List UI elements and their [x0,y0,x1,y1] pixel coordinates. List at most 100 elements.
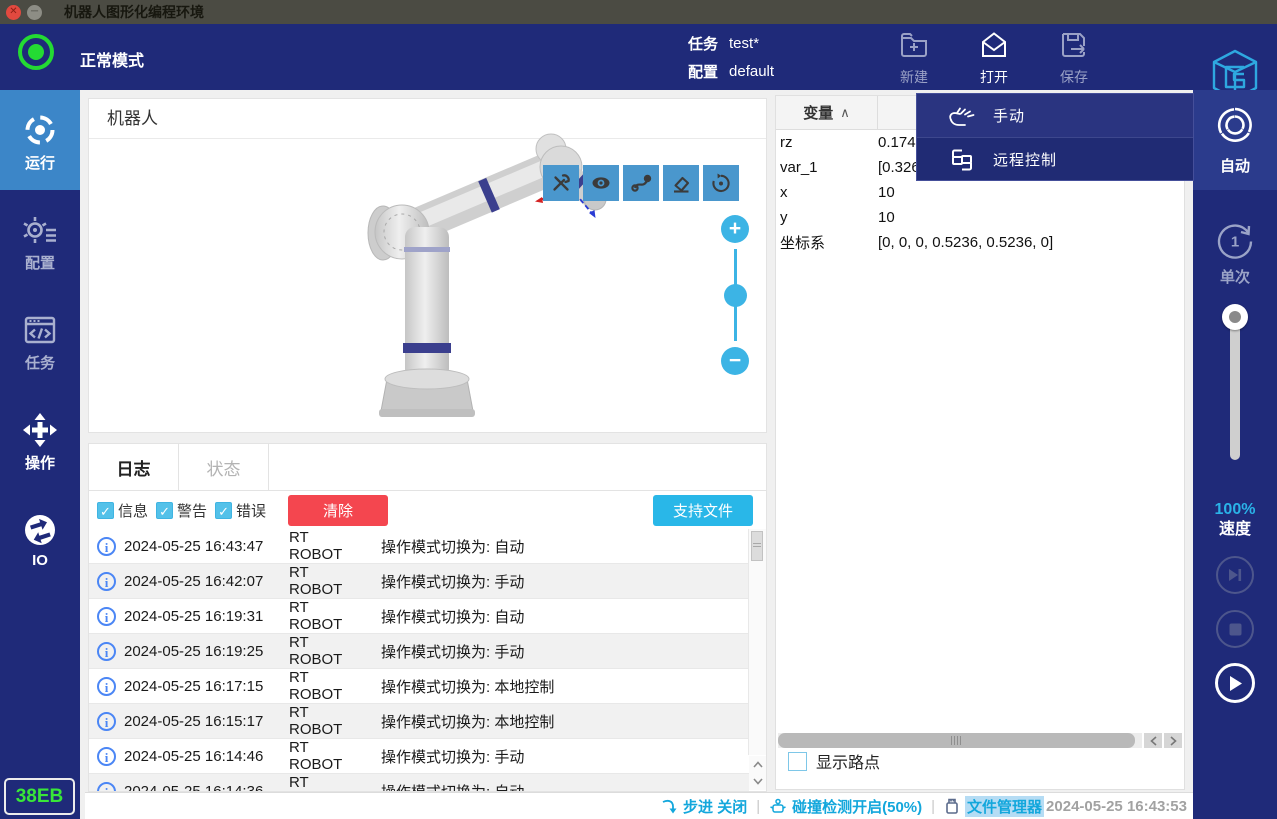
log-message: 操作模式切换为: 自动 [381,536,524,557]
sidebar-item-operate[interactable]: 操作 [0,390,80,490]
eye-icon [590,172,612,194]
step-mode-label: 步进 关闭 [683,796,747,817]
window-minimize-icon[interactable]: ─ [27,5,42,20]
support-files-button[interactable]: 支持文件 [653,495,753,526]
log-message: 操作模式切换为: 手动 [381,571,524,592]
task-value: test* [729,35,759,52]
open-button-label: 打开 [964,67,1024,87]
warning-checkbox[interactable]: ✓ [156,502,173,519]
scroll-up-icon[interactable] [749,756,766,773]
info-icon: i [97,782,116,792]
filter-info[interactable]: ✓ 信息 [97,500,148,521]
variables-h-scrollbar-thumb[interactable] [778,733,1135,748]
visibility-button[interactable] [583,165,619,201]
open-button[interactable]: 打开 [964,30,1024,87]
step-mode-status[interactable]: 步进 关闭 [661,796,747,817]
status-code-badge: 38EB [4,778,75,815]
tools-button[interactable] [543,165,579,201]
collapse-caret-icon[interactable]: ∧ [840,105,850,121]
scroll-right-icon[interactable] [1164,733,1182,748]
log-scrollbar-thumb[interactable] [751,531,763,561]
log-time: 2024-05-25 16:17:15 [124,678,270,695]
sidebar-item-config[interactable]: 配置 [0,190,80,290]
save-button[interactable]: 保存 [1044,30,1104,87]
sidebar-item-io[interactable]: IO [0,490,80,590]
task-label: 任务 [688,33,718,54]
scroll-left-icon[interactable] [1144,733,1162,748]
log-row: i 2024-05-25 16:19:25 RT ROBOT 操作模式切换为: … [89,634,749,669]
view-zoom-control: + − [721,215,749,375]
filter-error[interactable]: ✓ 错误 [215,500,266,521]
zoom-out-button[interactable]: − [721,347,749,375]
variable-row[interactable]: x 10 [776,180,1184,205]
window-title: 机器人图形化编程环境 [64,2,204,22]
info-checkbox[interactable]: ✓ [97,502,114,519]
menu-item-manual[interactable]: 手动 [917,94,1193,137]
clear-log-button[interactable]: 清除 [288,495,388,526]
sidebar-task-label: 任务 [25,355,55,372]
scroll-down-icon[interactable] [749,773,766,790]
show-waypoints-option[interactable]: 显示路点 [788,749,880,773]
variable-name: 坐标系 [776,232,878,253]
zoom-slider-track[interactable] [734,249,737,341]
zoom-in-button[interactable]: + [721,215,749,243]
variable-name: rz [776,134,878,151]
variables-header-cell[interactable]: 变量 ∧ [776,96,878,129]
stop-button[interactable] [1216,610,1254,648]
log-message: 操作模式切换为: 手动 [381,641,524,662]
error-checkbox[interactable]: ✓ [215,502,232,519]
file-manager-item[interactable]: 文件管理器 [944,796,1044,817]
operate-move-icon [22,412,58,448]
tab-status[interactable]: 状态 [179,444,269,490]
log-row: i 2024-05-25 16:43:47 RT ROBOT 操作模式切换为: … [89,529,749,564]
info-icon: i [97,642,116,661]
mode-dropdown-menu: 手动 远程控制 [916,93,1194,181]
menu-manual-label: 手动 [993,105,1025,126]
collision-robot-icon [769,798,787,815]
variable-value: [0, 0, 0, 0.5236, 0.5236, 0] [878,234,1053,251]
play-icon [1228,675,1243,692]
left-sidebar: 运行 配置 任务 [0,90,80,819]
eraser-button[interactable] [663,165,699,201]
log-time: 2024-05-25 16:19:31 [124,608,270,625]
filter-warning[interactable]: ✓ 警告 [156,500,207,521]
right-sidebar: 自动 1 单次 100% 速度 [1193,90,1277,819]
info-icon: i [97,607,116,626]
play-button[interactable] [1215,663,1255,703]
variables-h-scrollbar[interactable] [778,733,1142,748]
log-scrollbar[interactable] [748,529,766,755]
robot-view-toolbar [543,165,739,201]
info-icon: i [97,712,116,731]
os-titlebar: ✕ ─ 机器人图形化编程环境 [0,0,1277,24]
collision-detect-status[interactable]: 碰撞检测开启(50%) [769,796,922,817]
menu-remote-label: 远程控制 [993,149,1057,170]
variable-name: var_1 [776,159,878,176]
auto-mode-button[interactable]: 自动 [1193,90,1277,190]
path-button[interactable] [623,165,659,201]
show-waypoints-checkbox[interactable] [788,752,807,771]
save-icon [1059,47,1089,64]
eraser-icon [670,172,692,194]
window-close-icon[interactable]: ✕ [6,5,21,20]
save-button-label: 保存 [1044,67,1104,87]
menu-item-remote[interactable]: 远程控制 [917,137,1193,181]
tab-log[interactable]: 日志 [89,444,179,490]
auto-swirl-icon [1193,102,1277,153]
variable-row[interactable]: y 10 [776,205,1184,230]
variable-row[interactable]: 坐标系 [0, 0, 0, 0.5236, 0.5236, 0] [776,230,1184,255]
auto-mode-label: 自动 [1220,158,1250,175]
single-run-button[interactable]: 1 单次 [1193,218,1277,287]
variables-panel: 变量 ∧ rz 0.1745 var_1 [0.326 x 10 y 10 坐标… [775,95,1185,790]
log-time: 2024-05-25 16:43:47 [124,538,270,555]
speed-slider-handle[interactable] [1222,304,1248,330]
step-arrow-icon [661,798,678,815]
log-source: RT ROBOT [289,599,362,633]
new-button[interactable]: 新建 [884,30,944,87]
sidebar-item-run[interactable]: 运行 [0,90,80,190]
speed-slider-track[interactable] [1230,317,1240,460]
log-list[interactable]: i 2024-05-25 16:43:47 RT ROBOT 操作模式切换为: … [89,529,749,791]
sidebar-item-task[interactable]: 任务 [0,290,80,390]
zoom-slider-handle[interactable] [724,284,747,307]
rotate-view-button[interactable] [703,165,739,201]
step-forward-button[interactable] [1216,556,1254,594]
